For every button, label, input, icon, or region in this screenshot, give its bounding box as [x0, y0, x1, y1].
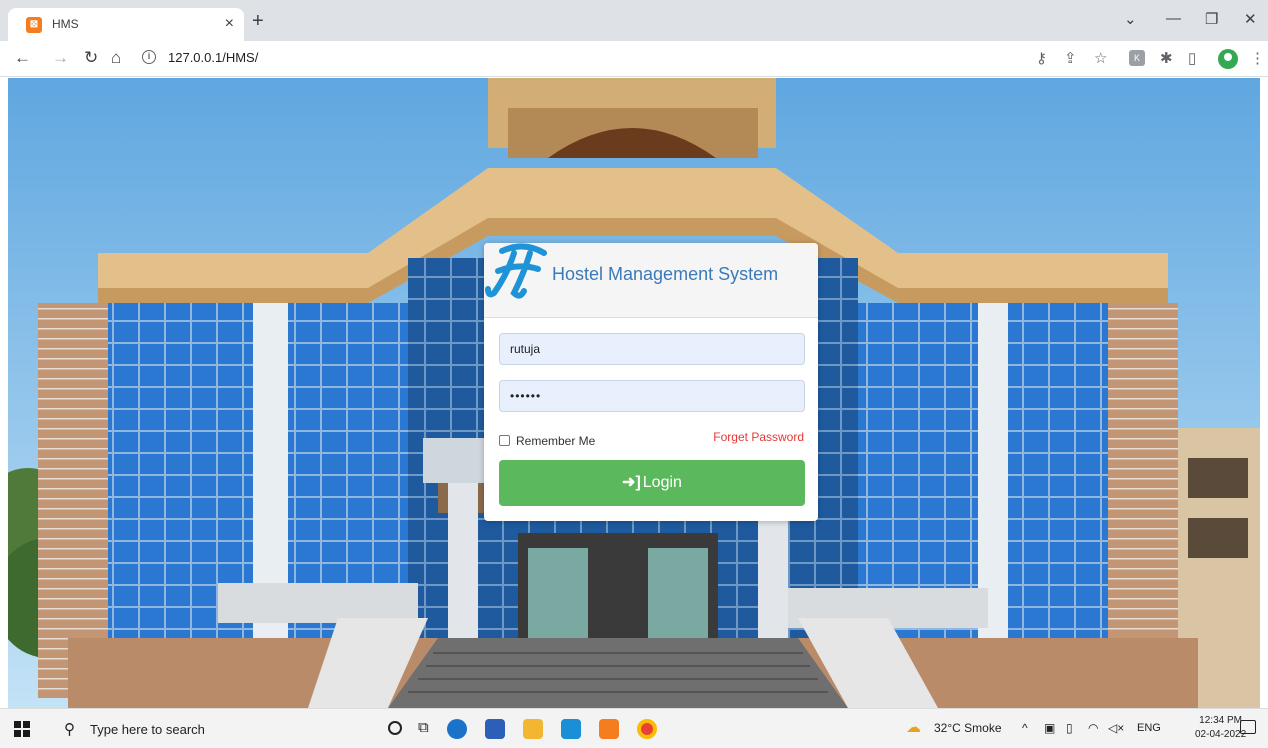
- login-card-header: Hostel Management System: [484, 243, 818, 318]
- taskbar-search-placeholder: Type here to search: [90, 722, 205, 737]
- site-info-icon[interactable]: i: [142, 50, 156, 64]
- wifi-icon[interactable]: ◠: [1088, 721, 1098, 735]
- clock-time: 12:34 PM: [1199, 715, 1242, 726]
- side-panel-icon[interactable]: ▯: [1188, 49, 1196, 67]
- search-icon: ⚲: [64, 721, 75, 738]
- tab-search-chevron-icon[interactable]: ⌄: [1124, 10, 1137, 28]
- weather-icon[interactable]: ☁: [906, 718, 921, 736]
- notification-icon[interactable]: [1240, 720, 1256, 734]
- share-icon[interactable]: ⇪: [1064, 49, 1077, 67]
- mail-icon[interactable]: [561, 719, 581, 739]
- battery-icon[interactable]: ▯: [1066, 721, 1073, 735]
- cortana-icon[interactable]: [388, 721, 402, 735]
- taskbar-search-box[interactable]: ⚲ Type here to search: [48, 711, 364, 747]
- menu-kebab-icon[interactable]: ⋮: [1250, 49, 1265, 67]
- edge-icon[interactable]: [447, 719, 467, 739]
- windows-taskbar: ⚲ Type here to search ⧉ ☁ 32°C Smoke ^ ▣…: [0, 708, 1268, 748]
- weather-text[interactable]: 32°C Smoke: [934, 721, 1002, 735]
- reload-icon[interactable]: ↻: [84, 48, 98, 68]
- browser-tab-bar: ⊠ HMS × + ⌄ — ❐ ✕: [0, 0, 1268, 41]
- show-hidden-icons-icon[interactable]: ^: [1022, 721, 1028, 735]
- tab-close-icon[interactable]: ×: [225, 15, 234, 33]
- chrome-icon[interactable]: [637, 719, 657, 739]
- forget-password-link[interactable]: Forget Password: [713, 430, 804, 444]
- hms-logo-icon: [485, 243, 547, 299]
- login-page: Hostel Management System rutuja •••••• R…: [8, 78, 1260, 708]
- xampp-icon[interactable]: [599, 719, 619, 739]
- forward-icon[interactable]: →: [52, 48, 69, 68]
- sign-in-icon: ➜]: [622, 474, 641, 491]
- key-icon[interactable]: ⚷: [1036, 49, 1047, 67]
- extension-icon[interactable]: K: [1129, 50, 1145, 66]
- browser-tab[interactable]: ⊠ HMS ×: [8, 8, 244, 41]
- clock-date: 02-04-2022: [1195, 729, 1247, 740]
- new-tab-icon[interactable]: +: [252, 10, 264, 33]
- tab-title: HMS: [52, 17, 79, 31]
- windows-start-icon[interactable]: [14, 721, 30, 737]
- xampp-favicon-icon: ⊠: [26, 17, 42, 33]
- back-icon[interactable]: ←: [14, 48, 31, 68]
- login-card: Hostel Management System rutuja •••••• R…: [484, 243, 818, 521]
- password-input[interactable]: ••••••: [499, 380, 805, 412]
- home-icon[interactable]: ⌂: [111, 48, 121, 68]
- restore-icon[interactable]: ❐: [1205, 10, 1218, 28]
- taskbar-clock[interactable]: 12:34 PM 02-04-2022: [1195, 714, 1246, 742]
- browser-toolbar: ← → ↻ ⌂ i 127.0.0.1/HMS/ ⚷ ⇪ ☆ K ✱ ▯ ⋮: [0, 41, 1268, 77]
- close-window-icon[interactable]: ✕: [1244, 10, 1257, 28]
- volume-muted-icon[interactable]: ◁×: [1108, 721, 1124, 735]
- remember-me-checkbox[interactable]: [499, 435, 510, 446]
- login-button[interactable]: ➜] Login: [499, 460, 805, 506]
- task-view-icon[interactable]: ⧉: [418, 719, 429, 736]
- language-indicator[interactable]: ENG: [1137, 722, 1161, 734]
- bookmark-star-icon[interactable]: ☆: [1094, 49, 1107, 67]
- minimize-icon[interactable]: —: [1166, 10, 1181, 27]
- store-icon[interactable]: [485, 719, 505, 739]
- login-button-label: Login: [642, 474, 682, 491]
- address-bar[interactable]: i 127.0.0.1/HMS/: [142, 46, 1022, 72]
- extensions-puzzle-icon[interactable]: ✱: [1160, 49, 1173, 67]
- app-title: Hostel Management System: [552, 264, 779, 284]
- url-text[interactable]: 127.0.0.1/HMS/: [168, 50, 258, 65]
- meet-now-icon[interactable]: ▣: [1044, 721, 1055, 735]
- username-input[interactable]: rutuja: [499, 333, 805, 365]
- remember-me[interactable]: Remember Me: [499, 434, 595, 448]
- remember-me-label: Remember Me: [516, 434, 596, 448]
- file-explorer-icon[interactable]: [523, 719, 543, 739]
- profile-avatar-icon[interactable]: [1218, 49, 1238, 69]
